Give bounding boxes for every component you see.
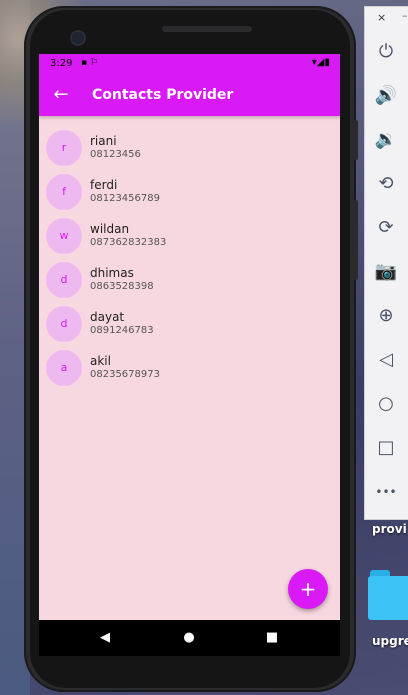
contact-item[interactable]: d dayat 0891246783	[39, 304, 340, 348]
app-bar: ← Contacts Provider	[39, 74, 340, 116]
rotate-right-icon[interactable]: ⟳	[373, 215, 399, 241]
add-contact-button[interactable]: +	[288, 569, 328, 609]
contact-item[interactable]: w wildan 087362832383	[39, 216, 340, 260]
contact-avatar: d	[46, 306, 82, 342]
volume-up-icon[interactable]: 🔊	[373, 83, 399, 109]
phone-side-button-lower	[354, 200, 358, 280]
contact-name: riani	[90, 134, 117, 148]
back-arrow-icon[interactable]: ←	[49, 83, 73, 107]
contact-name: dayat	[90, 310, 125, 324]
status-time: 3:29	[50, 58, 73, 69]
contact-item[interactable]: r riani 08123456	[39, 128, 340, 172]
contact-phone: 08123456789	[90, 193, 160, 204]
notification-icons: ▪ ⚐	[81, 58, 99, 68]
desktop-item-label: provi	[372, 522, 407, 536]
overview-icon[interactable]: □	[373, 435, 399, 461]
contact-phone: 0891246783	[90, 325, 154, 336]
power-icon[interactable]: ⏻	[373, 39, 399, 65]
rotate-left-icon[interactable]: ⟲	[373, 171, 399, 197]
close-icon[interactable]: ×	[377, 11, 386, 24]
nav-home-icon[interactable]: ●	[179, 629, 199, 647]
contact-phone: 087362832383	[90, 237, 167, 248]
nav-recents-icon[interactable]: ■	[262, 629, 282, 647]
volume-down-icon[interactable]: 🔉	[373, 127, 399, 153]
back-icon[interactable]: ◁	[373, 347, 399, 373]
contact-phone: 08235678973	[90, 369, 160, 380]
more-icon[interactable]: •••	[373, 479, 399, 505]
contact-avatar: r	[46, 130, 82, 166]
front-camera	[72, 32, 84, 44]
zoom-icon[interactable]: ⊕	[373, 303, 399, 329]
contact-avatar: d	[46, 262, 82, 298]
contact-avatar: f	[46, 174, 82, 210]
contact-avatar: w	[46, 218, 82, 254]
contact-item[interactable]: a akil 08235678973	[39, 348, 340, 392]
emulator-toolbar: × – ⏻ 🔊 🔉 ⟲ ⟳ 📷 ⊕ ◁ ○ □ •••	[364, 6, 408, 520]
folder-icon[interactable]	[368, 570, 408, 622]
contact-avatar: a	[46, 350, 82, 386]
emulator-toolbar-header: × –	[365, 7, 408, 29]
contact-phone: 0863528398	[90, 281, 154, 292]
contact-name: akil	[90, 354, 111, 368]
home-icon[interactable]: ○	[373, 391, 399, 417]
system-status-icons: ▾◢▮	[311, 57, 330, 68]
navigation-bar: ◀ ● ■	[39, 620, 340, 656]
contact-name: wildan	[90, 222, 130, 236]
app-screen: 3:29 ▪ ⚐ ▾◢▮ ← Contacts Provider r riani…	[39, 54, 340, 620]
contact-name: ferdi	[90, 178, 118, 192]
contact-item[interactable]: f ferdi 08123456789	[39, 172, 340, 216]
camera-icon[interactable]: 📷	[373, 259, 399, 285]
add-icon: +	[299, 577, 317, 601]
minimize-icon[interactable]: –	[402, 9, 408, 22]
desktop-item-label: upgre	[372, 634, 408, 648]
contact-list: r riani 08123456 f ferdi 08123456789 w w…	[39, 128, 340, 392]
earpiece-speaker	[162, 26, 252, 32]
contact-name: dhimas	[90, 266, 134, 280]
contact-phone: 08123456	[90, 149, 141, 160]
app-title: Contacts Provider	[92, 87, 234, 103]
phone-side-button-upper	[354, 120, 358, 160]
folder-body	[368, 576, 408, 620]
contact-item[interactable]: d dhimas 0863528398	[39, 260, 340, 304]
status-bar: 3:29 ▪ ⚐ ▾◢▮	[39, 54, 340, 74]
nav-back-icon[interactable]: ◀	[95, 629, 115, 647]
